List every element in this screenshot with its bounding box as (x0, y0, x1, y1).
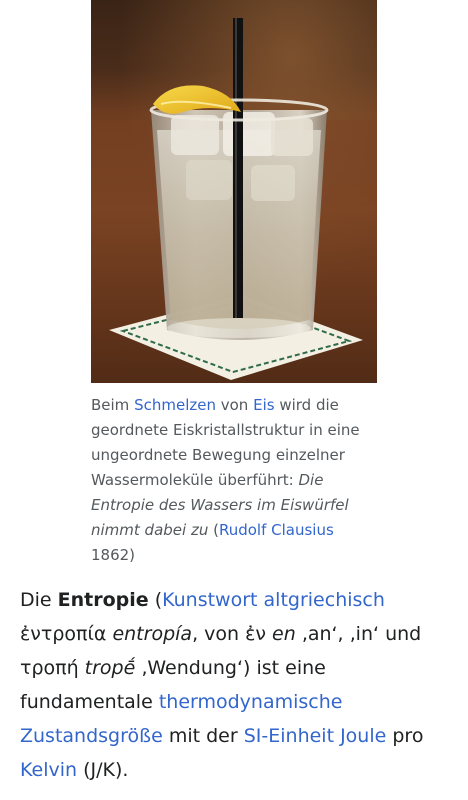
paragraph-text: mit der (162, 725, 244, 747)
term-entropie: Entropie (57, 589, 149, 611)
caption-text: 1862) (91, 546, 136, 564)
paragraph-text: Die (20, 589, 58, 611)
caption-text: Beim (91, 396, 135, 414)
transliteration-trope: tropḗ (84, 657, 136, 679)
paragraph-text: (J/K). (77, 759, 129, 781)
link-altgriechisch[interactable]: altgriechisch (264, 589, 385, 611)
link-eis[interactable]: Eis (253, 396, 274, 414)
paragraph-text: , von ἐν (192, 623, 273, 645)
transliteration-entropia: entropía (112, 623, 193, 645)
paragraph-text: ἐντροπία (20, 623, 113, 645)
link-kunstwort[interactable]: Kunstwort (162, 589, 257, 611)
figure: Beim Schmelzen von Eis wird die geordnet… (91, 0, 377, 568)
paragraph-text: ( (148, 589, 163, 611)
ice-glass-illustration (91, 0, 377, 383)
article-lead-paragraph: Die Entropie (Kunstwort altgriechisch ἐν… (20, 583, 450, 787)
link-joule[interactable]: Joule (340, 725, 386, 747)
figure-caption: Beim Schmelzen von Eis wird die geordnet… (91, 393, 361, 568)
paragraph-text: pro (386, 725, 424, 747)
transliteration-en: en (272, 623, 296, 645)
caption-text: ( (208, 521, 219, 539)
link-schmelzen[interactable]: Schmelzen (134, 396, 216, 414)
link-si-einheit[interactable]: SI-Einheit (244, 725, 334, 747)
caption-text: von (215, 396, 254, 414)
link-kelvin[interactable]: Kelvin (20, 759, 77, 781)
ice-glass-photo[interactable] (91, 0, 377, 383)
link-rudolf-clausius[interactable]: Rudolf Clausius (219, 521, 334, 539)
